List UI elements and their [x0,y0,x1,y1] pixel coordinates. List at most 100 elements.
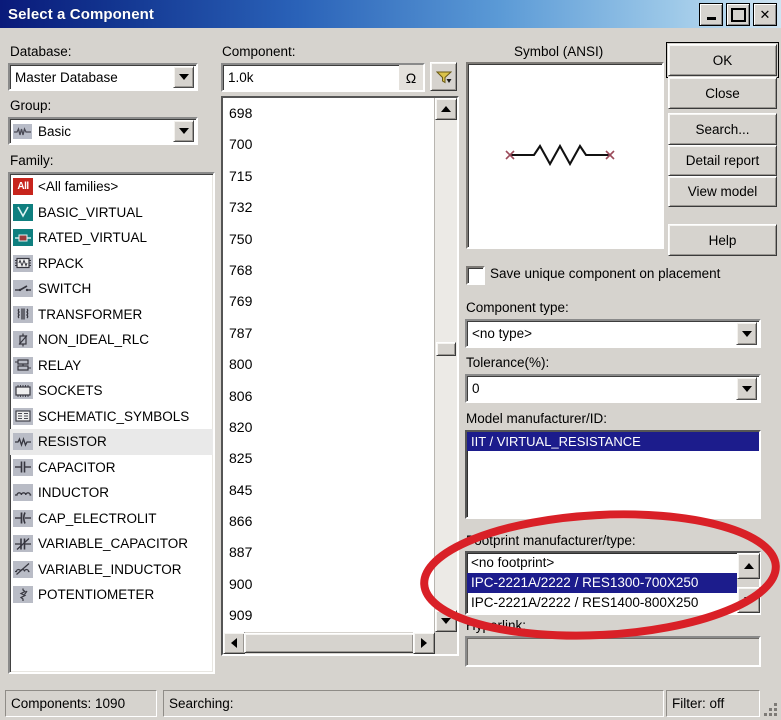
view-model-button[interactable]: View model [668,176,777,207]
footprint-scroll-up-button[interactable] [737,553,760,579]
component-list-item[interactable]: 887 [223,537,435,568]
group-dropdown[interactable]: Basic [8,117,198,145]
family-item-transformer[interactable]: TRANSFORMER [10,302,213,328]
close-dialog-button[interactable]: Close [668,77,777,109]
family-item-cap-electrolit[interactable]: CAP_ELECTROLIT [10,506,213,532]
chevron-down-icon[interactable] [736,377,757,400]
scrollbar-thumb-horizontal[interactable] [244,633,414,653]
chevron-down-icon[interactable] [173,66,194,88]
family-item-resistor[interactable]: RESISTOR [10,429,213,455]
model-manufacturer-row[interactable]: IIT / VIRTUAL_RESISTANCE [467,432,759,451]
family-list[interactable]: All<All families>BASIC_VIRTUAL RATED_VIRT… [8,172,215,674]
component-filter-button[interactable] [430,62,457,91]
component-list-item[interactable]: 768 [223,255,435,286]
component-list-item[interactable]: 787 [223,318,435,349]
database-value: Master Database [10,70,173,85]
family-item-relay[interactable]: RELAY [10,353,213,379]
component-list-item[interactable]: 900 [223,569,435,600]
component-list-item[interactable]: 750 [223,224,435,255]
scroll-right-button[interactable] [413,632,435,654]
hyperlink-field[interactable] [465,636,761,667]
group-value: Basic [32,124,173,139]
save-unique-checkbox[interactable] [466,266,485,285]
component-list-item[interactable]: 698 [223,98,435,129]
basic-virtual-icon [13,204,33,221]
chevron-down-icon[interactable] [736,322,757,345]
relay-icon [13,357,33,374]
family-item-non-ideal-rlc[interactable]: NON_IDEAL_RLC [10,327,213,353]
chevron-down-icon[interactable] [173,120,194,142]
scrollbar-thumb[interactable] [436,342,456,356]
minimize-button[interactable] [699,3,723,26]
component-list-horizontal-scrollbar[interactable] [223,632,435,654]
component-list[interactable]: 6987007157327507687697878008068208258458… [223,98,435,632]
component-list-item[interactable]: 806 [223,381,435,412]
tolerance-dropdown[interactable]: 0 [465,374,761,403]
group-basic-icon [13,124,32,139]
family-item-schematic-symbols[interactable]: SCHEMATIC_SYMBOLS [10,404,213,430]
component-list-vertical-scrollbar[interactable] [434,98,457,632]
resistor-icon [13,433,33,450]
family-item-label: SOCKETS [38,383,103,398]
family-item-basic-virtual[interactable]: BASIC_VIRTUAL [10,200,213,226]
component-input-value: 1.0k [223,70,399,85]
family-item-rated-virtual[interactable]: RATED_VIRTUAL [10,225,213,251]
family-item-rpack[interactable]: RPACK [10,251,213,277]
tolerance-label: Tolerance(%): [466,355,549,370]
footprint-row[interactable]: IPC-2221A/2222 / RES1300-700X250 [467,573,737,593]
footprint-row[interactable]: <no footprint> [467,553,737,573]
family-item-label: POTENTIOMETER [38,587,154,602]
footprint-manufacturer-list[interactable]: <no footprint>IPC-2221A/2222 / RES1300-7… [465,551,761,615]
resize-grip[interactable] [764,703,778,717]
component-list-item[interactable]: 820 [223,412,435,443]
footprint-scroll-down-button[interactable] [737,587,760,613]
family-item-potentiometer[interactable]: POTENTIOMETER [10,582,213,608]
family-item-inductor[interactable]: INDUCTOR [10,480,213,506]
family-item-label: RESISTOR [38,434,107,449]
component-type-dropdown[interactable]: <no type> [465,319,761,348]
footprint-rows[interactable]: <no footprint>IPC-2221A/2222 / RES1300-7… [467,553,737,613]
ok-button[interactable]: OK [668,44,777,76]
component-list-item[interactable]: 769 [223,286,435,317]
model-manufacturer-list[interactable]: IIT / VIRTUAL_RESISTANCE [465,430,761,519]
component-list-item[interactable]: 825 [223,443,435,474]
component-list-item[interactable]: 715 [223,161,435,192]
symbol-label: Symbol (ANSI) [514,44,603,59]
variable-capacitor-icon [13,535,33,552]
family-item-label: CAP_ELECTROLIT [38,511,157,526]
component-search-input[interactable]: 1.0k Ω [221,63,425,92]
detail-report-button[interactable]: Detail report [668,145,777,176]
help-button[interactable]: Help [668,224,777,256]
family-item-switch[interactable]: SWITCH [10,276,213,302]
footprint-scrollbar[interactable] [737,553,759,613]
component-list-item[interactable]: 866 [223,506,435,537]
footprint-row[interactable]: IPC-2221A/2222 / RES1400-800X250 [467,593,737,613]
component-list-item[interactable]: 732 [223,192,435,223]
potentiometer-icon [13,586,33,603]
select-a-component-dialog: Select a Component ✕ Database: Master Da… [0,0,781,720]
component-list-item[interactable]: 909 [223,600,435,631]
component-list-item[interactable]: 845 [223,475,435,506]
component-list-item[interactable]: 800 [223,349,435,380]
database-label: Database: [10,44,72,59]
maximize-button[interactable] [726,3,750,26]
status-searching-panel: Searching: [163,690,664,717]
scroll-left-button[interactable] [223,632,245,654]
status-components-text: Components: 1090 [6,696,125,711]
scroll-down-button[interactable] [435,610,457,632]
close-button[interactable]: ✕ [753,3,777,26]
component-list-item[interactable]: 700 [223,129,435,160]
family-item-label: RATED_VIRTUAL [38,230,147,245]
family-item-all-families[interactable]: All<All families> [10,174,213,200]
scroll-up-button[interactable] [435,98,457,120]
database-dropdown[interactable]: Master Database [8,63,198,91]
family-item-label: SCHEMATIC_SYMBOLS [38,409,189,424]
search-button[interactable]: Search... [668,113,777,145]
view-model-button-label: View model [688,184,758,199]
family-item-capacitor[interactable]: CAPACITOR [10,455,213,481]
scrollbar-corner [435,632,457,654]
family-item-variable-inductor[interactable]: VARIABLE_INDUCTOR [10,557,213,583]
window-title: Select a Component [8,6,154,23]
family-item-sockets[interactable]: SOCKETS [10,378,213,404]
family-item-variable-capacitor[interactable]: VARIABLE_CAPACITOR [10,531,213,557]
